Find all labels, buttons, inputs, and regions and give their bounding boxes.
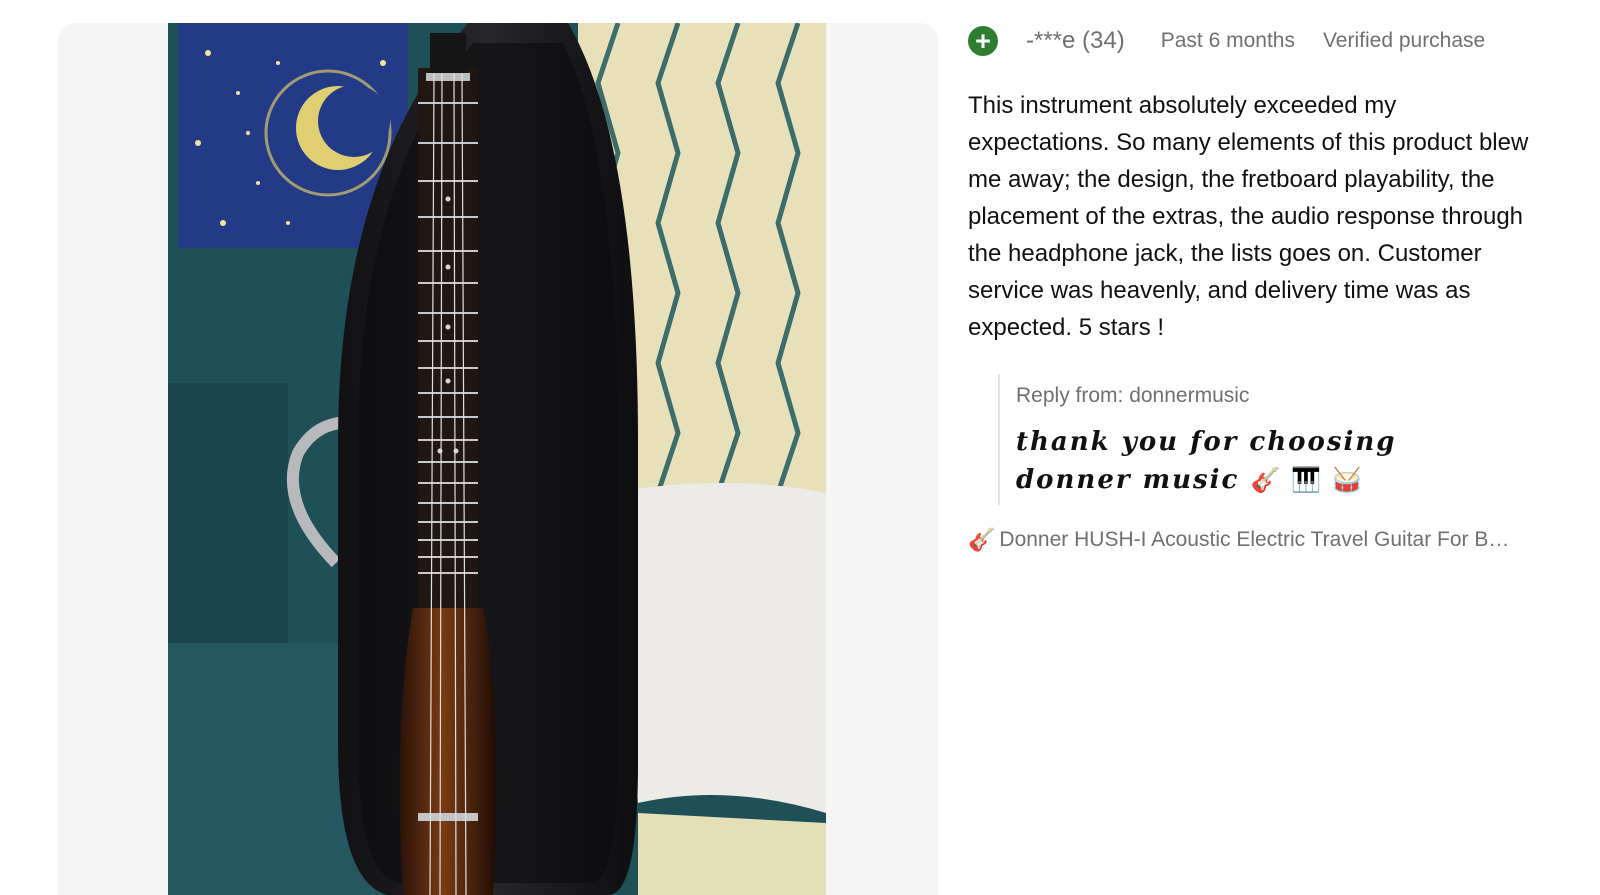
plus-circle-icon: + — [968, 26, 998, 56]
review-photo[interactable] — [168, 23, 826, 895]
review-text: This instrument absolutely exceeded my e… — [968, 92, 1529, 341]
reviewer-name: -***e (34) — [1026, 27, 1125, 54]
seller-reply: Reply from: donnermusic thank you for ch… — [998, 374, 1516, 505]
review-photo-image — [168, 23, 826, 895]
piano-icon: 🎹 — [1291, 465, 1322, 494]
drum-icon: 🥁 — [1332, 465, 1363, 494]
guitar-icon: 🎸 — [968, 527, 996, 552]
verified-purchase-label: Verified purchase — [1322, 29, 1486, 52]
product-link[interactable]: 🎸 Donner HUSH-I Acoustic Electric Travel… — [968, 527, 1513, 553]
review-meta: + -***e (34) Past 6 months Verified purc… — [968, 23, 1548, 59]
review-card: + -***e (34) Past 6 months Verified purc… — [968, 23, 1548, 553]
reply-label: Reply from: donnermusic — [1016, 384, 1250, 407]
review-timeframe: Past 6 months — [1160, 29, 1295, 52]
product-name[interactable]: Donner HUSH-I Acoustic Electric Travel G… — [999, 528, 1513, 552]
guitar-icon: 🎸 — [1250, 465, 1281, 494]
reply-message: thank you for choosing donner music 🎸 🎹 … — [1016, 424, 1516, 499]
review-media-panel — [58, 23, 938, 895]
